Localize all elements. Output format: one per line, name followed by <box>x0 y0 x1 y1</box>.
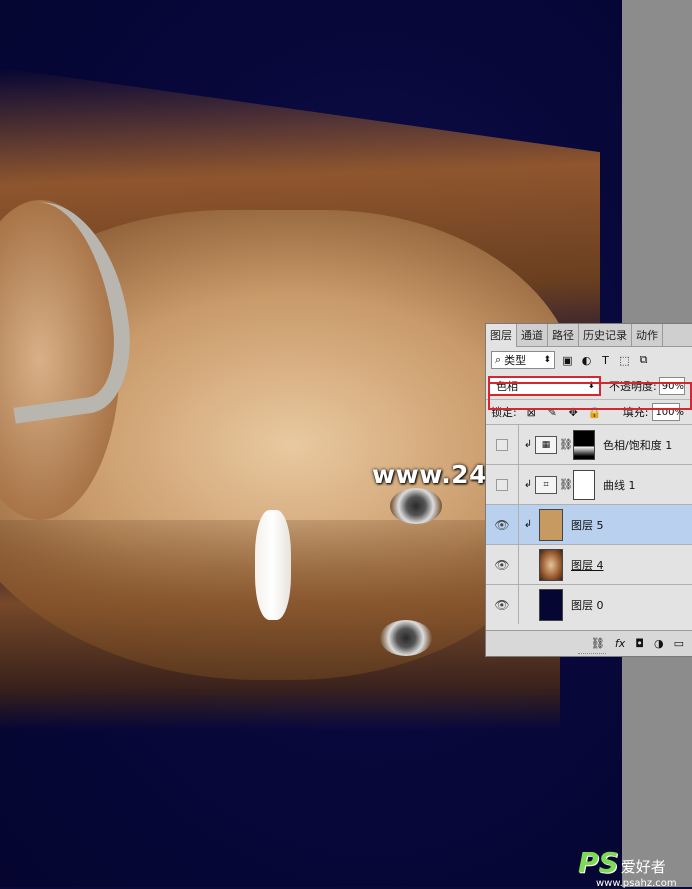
layer-mask-thumbnail[interactable] <box>573 429 595 460</box>
blend-row: 色相 ⬍ 不透明度: 90% <box>486 373 692 399</box>
lock-label: 锁定: <box>491 406 517 419</box>
visibility-toggle[interactable] <box>486 425 519 464</box>
logo-mark: PS <box>578 846 619 879</box>
eye-icon: 👁 <box>494 557 510 572</box>
blend-mode-select[interactable]: 色相 ⬍ <box>488 376 601 396</box>
visibility-toggle[interactable] <box>486 465 519 504</box>
visibility-toggle[interactable]: 👁 <box>486 545 519 584</box>
clipping-arrow-icon: ↲ <box>523 439 533 450</box>
clipping-arrow-icon: ↲ <box>523 519 533 530</box>
lock-transparency-icon[interactable]: ⊠ <box>525 406 538 419</box>
link-layers-icon[interactable]: ⛓ <box>591 637 605 650</box>
dropdown-arrow-icon: ⬍ <box>587 381 595 391</box>
tab-history[interactable]: 历史记录 <box>579 324 632 346</box>
layer-row-hue-saturation[interactable]: ↲ ▦ ⛓ 色相/饱和度 1 <box>486 424 692 464</box>
layer-row-layer4[interactable]: 👁 图层 4 <box>486 544 692 584</box>
eye-icon: 👁 <box>494 597 510 612</box>
filter-kind-label: 类型 <box>504 354 527 367</box>
layer-name: 曲线 1 <box>603 478 636 492</box>
visibility-off-box <box>496 438 508 451</box>
layer-name: 图层 5 <box>571 518 604 532</box>
visibility-toggle[interactable]: 👁 <box>486 585 519 624</box>
opacity-label: 不透明度: <box>609 380 657 393</box>
lock-position-icon[interactable]: ✥ <box>567 406 580 419</box>
link-chain-icon[interactable]: ⛓ <box>559 438 573 451</box>
visibility-toggle[interactable]: 👁 <box>486 505 519 544</box>
panel-tabs: 图层 通道 路径 历史记录 动作 <box>486 324 692 347</box>
tab-channels[interactable]: 通道 <box>517 324 548 346</box>
blend-mode-value: 色相 <box>496 380 518 393</box>
opacity-input[interactable]: 90% <box>658 377 685 395</box>
tab-actions[interactable]: 动作 <box>632 324 663 346</box>
dropdown-arrow-icon: ⬍ <box>543 355 551 365</box>
layer-thumbnail[interactable] <box>539 508 563 541</box>
eye-upper <box>390 488 442 524</box>
pixel-filter-icon[interactable]: ▣ <box>561 354 574 367</box>
clipping-arrow-icon: ↲ <box>523 479 533 490</box>
tab-paths[interactable]: 路径 <box>548 324 579 346</box>
link-chain-icon[interactable]: ⛓ <box>559 478 573 491</box>
panel-bottom-toolbar: ⛓ fx ◘ ◑ ▭ <box>486 630 692 656</box>
visibility-off-box <box>496 478 508 491</box>
filter-row: ⌕ 类型 ⬍ ▣ ◐ T ⬚ ⧉ <box>486 347 692 373</box>
type-filter-icon[interactable]: T <box>599 354 612 367</box>
teeth <box>255 510 291 620</box>
curves-adjustment-icon[interactable]: ⌗ <box>535 475 557 494</box>
layer-thumbnail[interactable] <box>539 588 563 621</box>
layer-mask-thumbnail[interactable] <box>573 469 595 500</box>
lock-row: 锁定: ⊠ ✎ ✥ 🔒 填充: 100% <box>486 399 692 424</box>
layer-thumbnail[interactable] <box>539 548 563 581</box>
new-group-icon[interactable]: ▭ <box>674 637 684 650</box>
search-icon: ⌕ <box>495 353 502 366</box>
layer-row-layer5[interactable]: 👁 ↲ 图层 5 <box>486 504 692 544</box>
filter-kind-select[interactable]: ⌕ 类型 ⬍ <box>491 351 555 369</box>
logo-text: 爱好者 <box>620 858 666 876</box>
lock-all-icon[interactable]: 🔒 <box>588 406 602 419</box>
hue-saturation-adjustment-icon[interactable]: ▦ <box>535 435 557 454</box>
fill-label: 填充: <box>622 406 649 419</box>
layers-panel: 图层 通道 路径 历史记录 动作 ⌕ 类型 ⬍ ▣ ◐ T ⬚ ⧉ 色相 ⬍ 不… <box>485 323 692 657</box>
smart-object-filter-icon[interactable]: ⧉ <box>637 353 650 367</box>
site-logo: PS 爱好者 www.psahz.com <box>578 846 677 889</box>
layer-row-curves[interactable]: ↲ ⌗ ⛓ 曲线 1 <box>486 464 692 504</box>
layer-name: 图层 0 <box>571 598 604 612</box>
logo-url: www.psahz.com <box>596 878 677 889</box>
layer-name: 色相/饱和度 1 <box>603 438 673 452</box>
adjustment-filter-icon[interactable]: ◐ <box>580 354 593 367</box>
add-mask-icon[interactable]: ◘ <box>635 637 644 650</box>
layer-name: 图层 4 <box>571 558 604 572</box>
fx-icon[interactable]: fx <box>615 637 625 650</box>
resize-grip[interactable] <box>578 653 606 657</box>
layer-row-layer0[interactable]: 👁 图层 0 <box>486 584 692 624</box>
lock-paint-icon[interactable]: ✎ <box>546 406 559 419</box>
shape-filter-icon[interactable]: ⬚ <box>618 354 631 367</box>
tab-layers[interactable]: 图层 <box>486 324 517 347</box>
fill-input[interactable]: 100% <box>652 403 684 421</box>
eye-lower <box>380 620 432 656</box>
new-adjustment-icon[interactable]: ◑ <box>654 637 664 650</box>
eye-icon: 👁 <box>494 517 510 532</box>
